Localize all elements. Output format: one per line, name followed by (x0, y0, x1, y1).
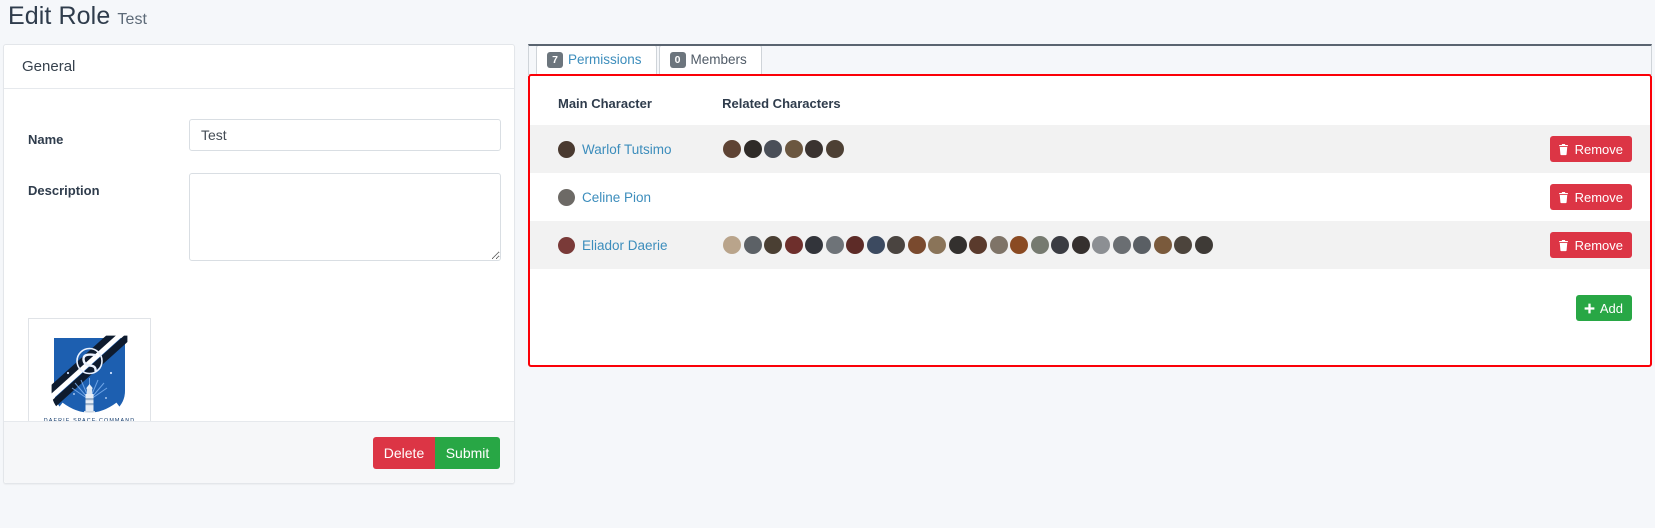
page-title: Edit Role Test (8, 2, 147, 31)
related-character-avatar[interactable] (805, 140, 824, 158)
related-character-avatar[interactable] (1092, 236, 1111, 254)
related-character-avatar[interactable] (846, 236, 865, 254)
page-title-subtitle: Test (117, 11, 148, 28)
description-label: Description (28, 183, 100, 198)
related-character-avatar[interactable] (743, 236, 762, 254)
tab-members-label: Members (690, 52, 747, 67)
permissions-panel: Main Character Related Characters Warlof… (528, 44, 1652, 367)
related-character-avatar[interactable] (825, 140, 844, 158)
general-card-heading: General (4, 45, 514, 89)
related-character-avatar[interactable] (805, 236, 824, 254)
related-character-avatar[interactable] (1174, 236, 1193, 254)
related-character-avatar[interactable] (1071, 236, 1090, 254)
edit-role-page: Edit Role Test General Name Description (0, 0, 1655, 528)
trash-icon (1558, 143, 1568, 155)
related-character-avatar[interactable] (907, 236, 926, 254)
submit-button[interactable]: Submit (435, 437, 500, 469)
related-character-avatar[interactable] (1010, 236, 1029, 254)
related-characters-list (723, 140, 1449, 158)
column-header-main-character: Main Character (558, 96, 652, 111)
general-card-body: Name Description (4, 89, 514, 441)
add-button-label: Add (1599, 300, 1623, 316)
table-header-row: Main Character Related Characters (530, 76, 1650, 125)
row-actions-cell: Remove (1450, 125, 1650, 173)
main-character-cell: Eliador Daerie (530, 221, 722, 269)
remove-button-label: Remove (1574, 189, 1623, 205)
related-characters-cell (722, 173, 1450, 221)
tab-permissions-badge: 7 (547, 52, 563, 68)
column-header-related-characters: Related Characters (722, 96, 841, 111)
name-input[interactable] (189, 119, 501, 151)
main-character-link[interactable]: Celine Pion (582, 190, 651, 205)
main-character-cell: Celine Pion (530, 173, 722, 221)
related-character-avatar[interactable] (1133, 236, 1152, 254)
permissions-table-body: Warlof Tutsimo Remove Celine Pion Remove Eli… (530, 125, 1650, 269)
related-character-avatar[interactable] (948, 236, 967, 254)
related-character-avatar[interactable] (1194, 236, 1213, 254)
main-character-link[interactable]: Warlof Tutsimo (582, 142, 672, 157)
table-row: Eliador Daerie Remove (530, 221, 1650, 269)
related-character-avatar[interactable] (825, 236, 844, 254)
row-actions-cell: Remove (1450, 221, 1650, 269)
row-actions-cell: Remove (1450, 173, 1650, 221)
permissions-table: Main Character Related Characters Warlof… (530, 76, 1650, 269)
related-character-avatar[interactable] (989, 236, 1008, 254)
related-character-avatar[interactable] (743, 140, 762, 158)
tab-bar: 7 Permissions 0 Members (528, 44, 1652, 74)
description-textarea[interactable] (189, 173, 501, 261)
page-title-text: Edit Role (8, 2, 111, 30)
remove-button-label: Remove (1574, 237, 1623, 253)
permissions-panel-wrapper: 7 Permissions 0 Members Main Character Rel… (528, 44, 1652, 367)
related-character-avatar[interactable] (784, 140, 803, 158)
table-row: Warlof Tutsimo Remove (530, 125, 1650, 173)
add-button[interactable]: Add (1575, 295, 1632, 321)
tab-permissions-label: Permissions (568, 52, 642, 67)
avatar (558, 236, 575, 254)
avatar (558, 188, 575, 206)
related-character-avatar[interactable] (723, 140, 742, 158)
remove-button[interactable]: Remove (1549, 232, 1632, 258)
main-character-cell: Warlof Tutsimo (530, 125, 722, 173)
related-character-avatar[interactable] (1030, 236, 1049, 254)
related-character-avatar[interactable] (928, 236, 947, 254)
avatar (558, 140, 575, 158)
related-characters-cell (722, 125, 1450, 173)
general-card-footer: Delete Submit (4, 421, 514, 483)
tab-permissions[interactable]: 7 Permissions (536, 44, 657, 74)
related-character-avatar[interactable] (1112, 236, 1131, 254)
table-row: Celine Pion Remove (530, 173, 1650, 221)
remove-button-label: Remove (1574, 141, 1623, 157)
related-character-avatar[interactable] (887, 236, 906, 254)
tab-members[interactable]: 0 Members (658, 44, 762, 74)
column-header-actions (1450, 76, 1650, 125)
related-character-avatar[interactable] (764, 236, 783, 254)
daerie-space-command-crest-icon: DAERIE SPACE COMMAND (44, 332, 134, 429)
related-character-avatar[interactable] (764, 140, 783, 158)
general-card: General Name Description (3, 44, 515, 484)
remove-button[interactable]: Remove (1549, 136, 1632, 162)
tab-members-badge: 0 (669, 52, 686, 68)
related-characters-cell (722, 221, 1450, 269)
related-character-avatar[interactable] (1153, 236, 1172, 254)
related-character-avatar[interactable] (969, 236, 988, 254)
plus-icon (1584, 303, 1595, 313)
related-character-avatar[interactable] (1051, 236, 1070, 254)
trash-icon (1558, 191, 1568, 203)
main-character-link[interactable]: Eliador Daerie (582, 238, 668, 253)
related-character-avatar[interactable] (866, 236, 885, 254)
delete-button[interactable]: Delete (373, 437, 435, 469)
name-label: Name (28, 132, 64, 147)
remove-button[interactable]: Remove (1549, 184, 1632, 210)
related-characters-list (723, 236, 1449, 254)
related-character-avatar[interactable] (784, 236, 803, 254)
trash-icon (1558, 239, 1568, 251)
related-character-avatar[interactable] (723, 236, 742, 254)
